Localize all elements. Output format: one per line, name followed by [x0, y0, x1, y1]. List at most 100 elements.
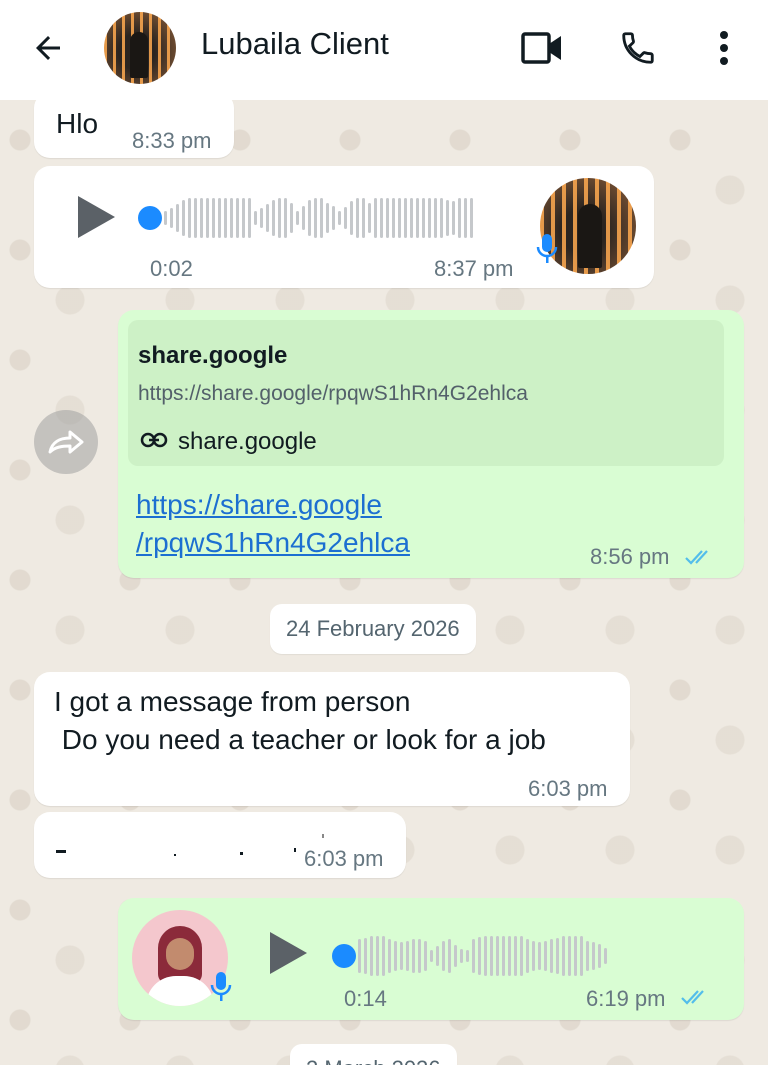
menu-button[interactable]	[700, 26, 748, 70]
waveform-bar	[260, 208, 263, 228]
message-time: 8:37 pm	[434, 256, 514, 281]
waveform-bar	[446, 200, 449, 236]
waveform-bar	[490, 936, 493, 976]
waveform-bar	[290, 203, 293, 233]
waveform-bar	[538, 942, 541, 970]
waveform-bar	[326, 203, 329, 233]
waveform-bar	[526, 939, 529, 973]
waveform-bar	[580, 936, 583, 976]
waveform-bar	[404, 198, 407, 238]
playback-position-dot[interactable]	[332, 944, 356, 968]
waveform-bar	[188, 198, 191, 238]
waveform-bar	[452, 201, 455, 235]
message-link[interactable]: https://share.google	[136, 486, 382, 524]
voice-duration: 0:14	[344, 986, 387, 1011]
play-icon[interactable]	[78, 196, 115, 238]
waveform-bar	[604, 948, 607, 964]
waveform-bar	[508, 936, 511, 976]
link-message-outgoing[interactable]: share.google https://share.google/rpqwS1…	[118, 310, 744, 578]
playback-position-dot[interactable]	[138, 206, 162, 230]
waveform[interactable]	[358, 934, 607, 978]
waveform-bar	[382, 936, 385, 976]
read-ticks-icon	[685, 550, 708, 565]
message-text-line: I got a message from person	[54, 686, 411, 717]
waveform-bar	[308, 200, 311, 236]
voice-message-incoming[interactable]: 0:02 8:37 pm	[34, 166, 654, 288]
waveform-bar	[544, 941, 547, 971]
back-button[interactable]	[26, 26, 70, 70]
message-link[interactable]: /rpqwS1hRn4G2ehlca	[136, 524, 410, 562]
waveform-bar	[320, 198, 323, 238]
waveform-bar	[242, 198, 245, 238]
waveform-bar	[586, 941, 589, 971]
video-call-button[interactable]	[518, 26, 566, 70]
waveform-bar	[358, 939, 361, 973]
link-preview-card[interactable]: share.google https://share.google/rpqwS1…	[128, 320, 724, 466]
waveform-bar	[338, 211, 341, 225]
waveform-bar	[370, 936, 373, 976]
message-time: 8:33 pm	[132, 128, 212, 153]
waveform-bar	[484, 936, 487, 976]
waveform-bar	[314, 198, 317, 238]
phone-icon	[622, 32, 654, 64]
chat-header: Lubaila Client	[0, 0, 768, 100]
waveform-bar	[254, 211, 257, 225]
waveform-bar	[592, 942, 595, 970]
waveform-bar	[550, 939, 553, 973]
waveform-bar	[460, 949, 463, 963]
waveform-bar	[182, 200, 185, 236]
waveform-bar	[514, 936, 517, 976]
link-preview-domain: share.google	[178, 428, 317, 455]
message-text-line: Do you need a teacher or look for a job	[54, 724, 546, 755]
waveform-bar	[248, 198, 251, 238]
link-preview-url: https://share.google/rpqwS1hRn4G2ehlca	[138, 382, 528, 405]
waveform-bar	[272, 200, 275, 236]
waveform-bar	[356, 198, 359, 238]
waveform-bar	[212, 198, 215, 238]
message-bubble-incoming[interactable]: Hlo 8:33 pm	[34, 92, 234, 158]
waveform-bar	[464, 198, 467, 238]
waveform-bar	[296, 211, 299, 225]
waveform-bar	[424, 941, 427, 971]
voice-call-button[interactable]	[614, 26, 662, 70]
waveform-bar	[458, 198, 461, 238]
waveform-bar	[532, 941, 535, 971]
play-icon[interactable]	[270, 932, 307, 974]
waveform-bar	[200, 198, 203, 238]
waveform-bar	[344, 207, 347, 229]
message-bubble-incoming[interactable]: 6:03 pm	[34, 812, 406, 878]
waveform-bar	[332, 206, 335, 230]
waveform-bar	[266, 204, 269, 232]
waveform-bar	[422, 198, 425, 238]
waveform-bar	[392, 198, 395, 238]
waveform-bar	[556, 938, 559, 974]
link-preview-title: share.google	[138, 342, 288, 369]
waveform-bar	[362, 198, 365, 238]
voice-message-outgoing[interactable]: 0:14 6:19 pm	[118, 898, 744, 1020]
message-time: 6:03 pm	[528, 776, 608, 801]
waveform-bar	[562, 936, 565, 976]
contact-name[interactable]: Lubaila Client	[201, 26, 389, 62]
forward-button[interactable]	[34, 410, 98, 474]
waveform-bar	[470, 198, 473, 238]
waveform[interactable]	[164, 196, 473, 240]
message-time: 6:03 pm	[304, 846, 384, 871]
waveform-bar	[520, 936, 523, 976]
waveform-bar	[230, 198, 233, 238]
contact-avatar[interactable]	[104, 12, 176, 84]
waveform-bar	[502, 936, 505, 976]
read-ticks-icon	[681, 990, 704, 1005]
waveform-bar	[568, 936, 571, 976]
microphone-icon	[210, 972, 232, 1001]
waveform-bar	[364, 938, 367, 974]
message-text: Hlo	[56, 108, 99, 139]
message-bubble-incoming[interactable]: I got a message from person Do you need …	[34, 672, 630, 806]
waveform-bar	[448, 939, 451, 973]
waveform-bar	[368, 203, 371, 233]
forward-icon	[48, 430, 84, 454]
waveform-bar	[350, 201, 353, 235]
waveform-bar	[376, 936, 379, 976]
waveform-bar	[388, 939, 391, 973]
waveform-bar	[454, 945, 457, 967]
link-icon	[140, 432, 168, 448]
